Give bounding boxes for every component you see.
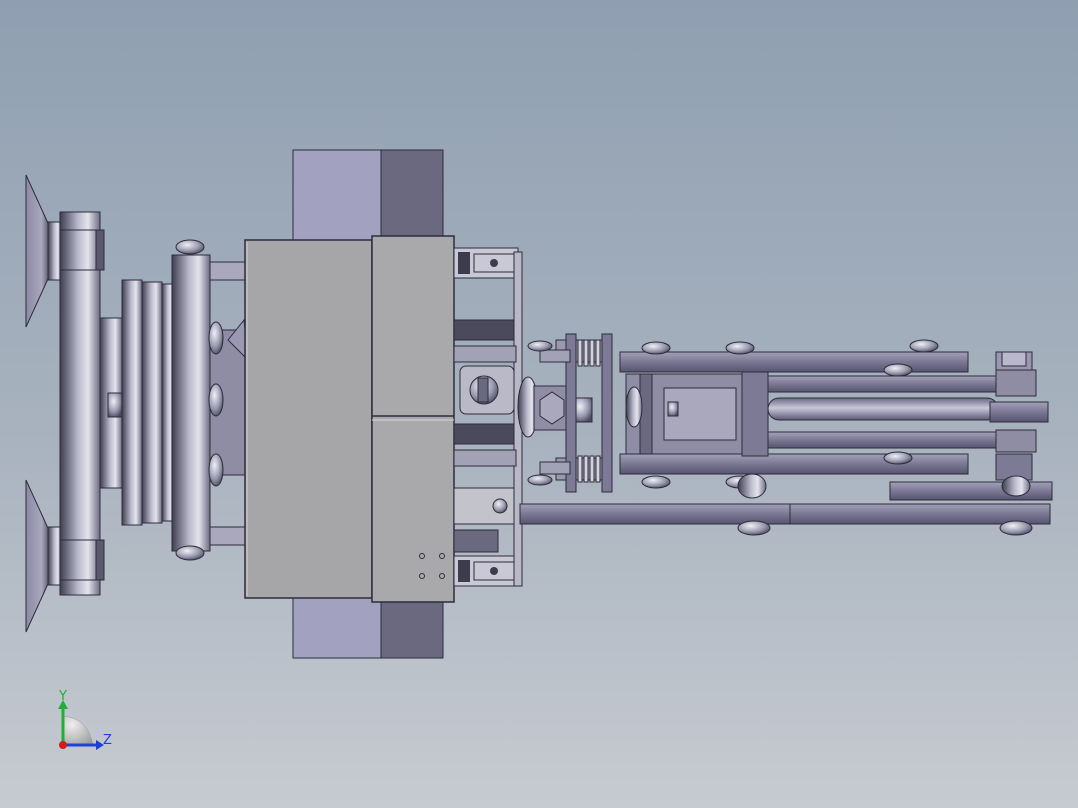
sensor-module[interactable] xyxy=(459,365,515,415)
z-axis-label: Z xyxy=(103,733,112,748)
motor-block-top[interactable] xyxy=(292,149,444,243)
cad-viewport[interactable]: Y Z xyxy=(0,0,1078,808)
view-orientation-triad[interactable]: Y Z xyxy=(58,689,112,750)
main-housing[interactable] xyxy=(244,235,455,603)
motor-block-bottom[interactable] xyxy=(292,597,444,659)
side-mounting-plate[interactable] xyxy=(453,251,523,587)
piston-rod[interactable] xyxy=(767,397,999,421)
link-arm-bottom[interactable] xyxy=(519,473,1053,536)
aluminum-profile-top[interactable] xyxy=(453,247,519,279)
end-effector-joint[interactable] xyxy=(989,351,1049,481)
y-axis-label: Y xyxy=(58,689,67,704)
suction-cup-upper[interactable] xyxy=(25,174,63,328)
center-coupling[interactable] xyxy=(517,376,593,438)
actuator-carriage[interactable] xyxy=(625,371,769,457)
robot-assembly-model[interactable]: Y Z xyxy=(0,0,1078,808)
suction-cup-lower[interactable] xyxy=(25,479,63,633)
motor-flange-plate[interactable] xyxy=(171,239,249,561)
aluminum-profile-bottom[interactable] xyxy=(453,555,519,587)
rotary-hub[interactable] xyxy=(99,279,175,526)
cup-mounting-flange[interactable] xyxy=(59,211,105,596)
x-axis-dot xyxy=(59,741,67,749)
